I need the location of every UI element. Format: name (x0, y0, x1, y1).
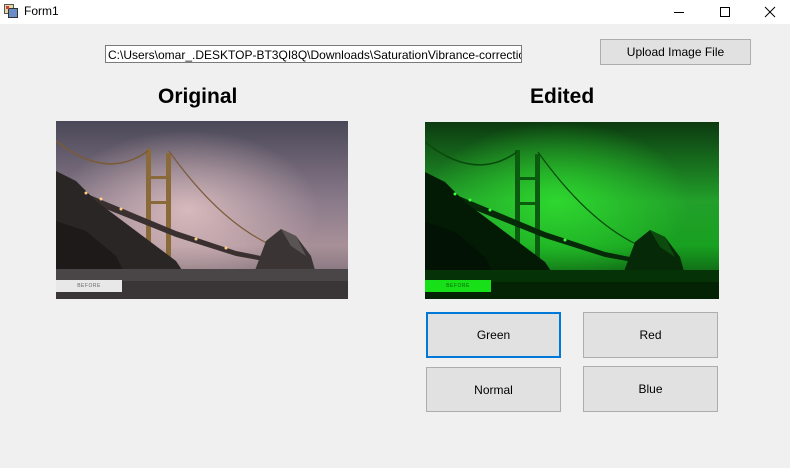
blue-filter-button[interactable]: Blue (583, 366, 718, 412)
maximize-icon (720, 7, 730, 17)
title-bar: Form1 (0, 0, 790, 24)
app-icon (4, 4, 18, 18)
edited-heading: Edited (530, 85, 595, 108)
close-icon (764, 6, 776, 18)
minimize-button[interactable] (656, 0, 702, 24)
original-badge: BEFORE (56, 280, 122, 292)
minimize-icon (674, 12, 684, 13)
edited-image: BEFORE (425, 122, 719, 299)
close-button[interactable] (747, 0, 790, 24)
red-filter-button[interactable]: Red (583, 312, 718, 358)
green-filter-button[interactable]: Green (426, 312, 561, 358)
window-title: Form1 (24, 4, 59, 18)
upload-image-button[interactable]: Upload Image File (600, 39, 751, 65)
original-image: BEFORE (56, 121, 348, 299)
maximize-button[interactable] (702, 0, 748, 24)
edited-badge: BEFORE (425, 280, 491, 292)
file-path-input[interactable]: C:\Users\omar_.DESKTOP-BT3QI8Q\Downloads… (105, 45, 522, 63)
original-heading: Original (158, 85, 238, 108)
normal-filter-button[interactable]: Normal (426, 367, 561, 412)
